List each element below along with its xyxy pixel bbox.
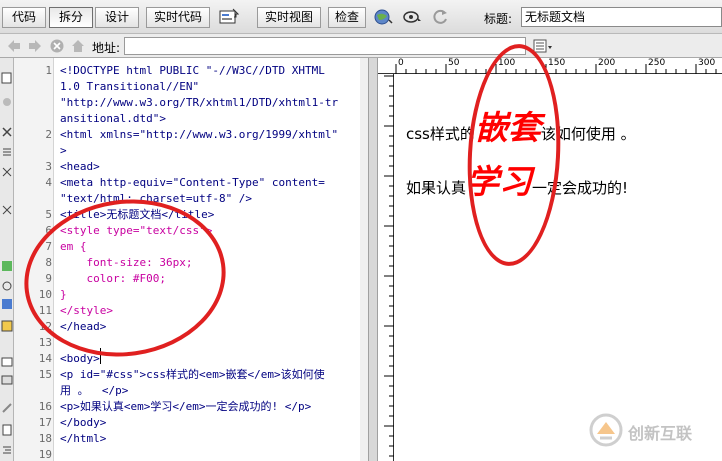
code-line: </html> xyxy=(60,432,107,445)
recent-snippets-icon[interactable] xyxy=(1,402,13,414)
line-number: 17 xyxy=(38,416,52,429)
line-number: 4 xyxy=(45,176,52,189)
globe-icon[interactable] xyxy=(373,8,393,26)
collapse-selection-icon[interactable] xyxy=(1,146,13,158)
ruler-ticks xyxy=(384,75,394,457)
word-wrap-icon[interactable] xyxy=(1,298,13,310)
expand-all-icon[interactable] xyxy=(1,126,13,138)
vertical-ruler xyxy=(378,74,394,461)
back-arrow-icon[interactable] xyxy=(6,38,22,54)
code-line: > xyxy=(60,144,67,157)
ruler-label: 150 xyxy=(548,58,566,68)
code-view-button[interactable]: 代码 xyxy=(2,7,46,28)
line-number: 16 xyxy=(38,400,52,413)
open-documents-icon[interactable] xyxy=(1,72,13,84)
ruler-label: 200 xyxy=(598,58,616,68)
indent-code-icon[interactable] xyxy=(1,444,13,456)
select-parent-tag-icon[interactable] xyxy=(1,166,13,178)
code-line: <meta http-equiv="Content-Type" content= xyxy=(60,176,325,189)
line-number: 15 xyxy=(38,368,52,381)
code-line: <head> xyxy=(60,160,100,173)
code-line: "http://www.w3.org/TR/xhtml1/DTD/xhtml1-… xyxy=(60,96,339,109)
line-number: 18 xyxy=(38,432,52,445)
line-number: 5 xyxy=(45,208,52,221)
watermark: 创新互联 xyxy=(588,410,722,450)
watermark-logo-icon xyxy=(589,413,623,447)
line-number: 1 xyxy=(45,64,52,77)
split-view-button[interactable]: 拆分 xyxy=(49,7,93,28)
code-scrollbar[interactable] xyxy=(360,58,368,461)
home-icon[interactable] xyxy=(70,38,86,54)
live-view-button[interactable]: 实时视图 xyxy=(257,7,321,28)
ruler-label: 250 xyxy=(648,58,666,68)
design-view-button[interactable]: 设计 xyxy=(95,7,139,28)
watermark-text: 创新互联 xyxy=(628,424,693,443)
highlight-invalid-code-icon[interactable] xyxy=(1,260,13,272)
horizontal-ruler: 0 50 100 150 200 250 300 xyxy=(378,58,722,74)
line-number: 19 xyxy=(38,448,52,461)
refresh-icon[interactable] xyxy=(431,8,451,26)
code-line: ansitional.dtd"> xyxy=(60,112,166,125)
paragraph-text: css样式的 xyxy=(406,125,475,143)
live-code-button[interactable]: 实时代码 xyxy=(146,7,210,28)
visual-aids-icon[interactable] xyxy=(402,8,422,26)
paragraph-text: 如果认真 xyxy=(406,179,467,197)
address-label: 地址: xyxy=(92,41,121,55)
wrap-tag-icon[interactable] xyxy=(1,374,13,386)
collapse-icon[interactable] xyxy=(1,96,13,108)
document-toolbar: 代码 拆分 设计 实时代码 实时视图 检查 标题: 无标题文档 xyxy=(0,0,722,34)
line-numbers-icon[interactable] xyxy=(1,204,13,216)
ruler-label: 0 xyxy=(398,58,404,68)
code-line: <html xmlns="http://www.w3.org/1999/xhtm… xyxy=(60,128,339,141)
remove-comment-icon[interactable] xyxy=(1,356,13,368)
inspect-layout-icon[interactable] xyxy=(219,8,239,26)
syntax-error-icon[interactable] xyxy=(1,280,13,292)
address-input[interactable] xyxy=(124,37,526,55)
title-label: 标题: xyxy=(484,12,513,26)
ruler-label: 300 xyxy=(698,58,716,68)
code-line: <!DOCTYPE html PUBLIC "-//W3C//DTD XHTML xyxy=(60,64,325,77)
forward-arrow-icon[interactable] xyxy=(27,38,43,54)
code-line: 1.0 Transitional//EN" xyxy=(60,80,200,93)
line-number: 13 xyxy=(38,336,52,349)
code-line: <p>如果认真<em>学习</em>一定会成功的! </p> xyxy=(60,400,312,413)
apply-comment-icon[interactable] xyxy=(1,320,13,332)
line-number: 2 xyxy=(45,128,52,141)
stop-icon[interactable] xyxy=(49,38,65,54)
address-bar: 地址: xyxy=(0,34,722,58)
code-line: </body> xyxy=(60,416,107,429)
title-input[interactable]: 无标题文档 xyxy=(521,7,722,27)
inspect-button[interactable]: 检查 xyxy=(328,7,366,28)
coding-toolbar xyxy=(0,58,14,461)
split-divider[interactable] xyxy=(368,58,378,461)
ruler-label: 50 xyxy=(448,58,460,68)
format-source-icon[interactable] xyxy=(1,424,13,436)
line-number: 14 xyxy=(38,352,52,365)
code-line: <p id="#css">css样式的<em>嵌套</em>该如何使 xyxy=(60,368,325,381)
line-number: 3 xyxy=(45,160,52,173)
code-line: 用 。 </p> xyxy=(60,384,129,397)
